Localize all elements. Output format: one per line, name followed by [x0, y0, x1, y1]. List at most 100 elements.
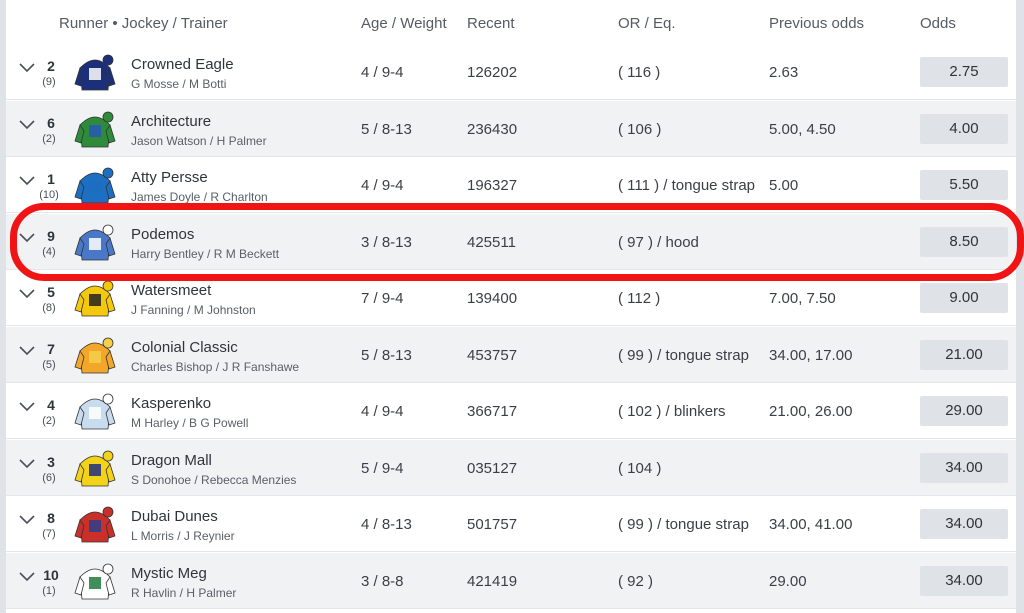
- runner-draw: (7): [42, 528, 56, 540]
- jockey-silk-icon: [74, 54, 116, 91]
- jockey-silk-icon: [74, 224, 116, 261]
- age-weight: 4 / 8-13: [361, 516, 412, 533]
- jockey-trainer: Jason Watson / H Palmer: [131, 134, 267, 148]
- runner-draw: (2): [42, 415, 56, 427]
- odds-button[interactable]: 5.50: [920, 170, 1008, 200]
- odds-button[interactable]: 29.00: [920, 396, 1008, 426]
- jockey-silk-icon: [74, 393, 116, 430]
- runner-draw: (9): [42, 76, 56, 88]
- horse-name[interactable]: Atty Persse: [131, 169, 208, 186]
- chevron-down-icon[interactable]: [18, 286, 36, 300]
- chevron-down-icon[interactable]: [18, 173, 36, 187]
- odds-button[interactable]: 34.00: [920, 453, 1008, 483]
- jockey-silk-icon: [74, 167, 116, 204]
- recent-form: 236430: [467, 121, 518, 138]
- official-rating: ( 99 ) / tongue strap: [618, 516, 749, 533]
- table-row[interactable]: 8 (7) Dubai Dunes L Morris / J Reynier 4 / 8…: [6, 496, 1016, 552]
- racecard-panel: Runner • Jockey / Trainer Age / Weight R…: [6, 0, 1016, 613]
- header-age-weight: Age / Weight: [361, 15, 447, 32]
- official-rating: ( 112 ): [618, 290, 661, 307]
- chevron-down-icon[interactable]: [18, 60, 36, 74]
- horse-name[interactable]: Podemos: [131, 226, 194, 243]
- previous-odds: 5.00: [769, 177, 799, 194]
- odds-button[interactable]: 8.50: [920, 227, 1008, 257]
- runner-draw: (1): [42, 585, 56, 597]
- table-row[interactable]: 1 (10) Atty Persse James Doyle / R Charlton…: [6, 157, 1016, 213]
- table-row[interactable]: 3 (6) Dragon Mall S Donohoe / Rebecca Menzi…: [6, 440, 1016, 496]
- table-row[interactable]: 10 (1) Mystic Meg R Havlin / H Palmer 3 / 8-…: [6, 553, 1016, 609]
- jockey-trainer: L Morris / J Reynier: [131, 529, 235, 543]
- table-row[interactable]: 4 (2) Kasperenko M Harley / B G Powell 4 / 9…: [6, 383, 1016, 439]
- odds-button[interactable]: 34.00: [920, 509, 1008, 539]
- jockey-trainer: J Fanning / M Johnston: [131, 303, 256, 317]
- horse-name[interactable]: Colonial Classic: [131, 339, 238, 356]
- table-row[interactable]: 2 (9) Crowned Eagle G Mosse / M Botti 4 / 9-…: [6, 44, 1016, 100]
- chevron-down-icon[interactable]: [18, 117, 36, 131]
- runner-draw: (6): [42, 472, 56, 484]
- previous-odds: 7.00, 7.50: [769, 290, 836, 307]
- jockey-trainer: James Doyle / R Charlton: [131, 190, 268, 204]
- table-row[interactable]: 9 (4) Podemos Harry Bentley / R M Beckett 3 …: [6, 214, 1016, 270]
- table-row[interactable]: 7 (5) Colonial Classic Charles Bishop / J R…: [6, 327, 1016, 383]
- age-weight: 3 / 8-13: [361, 234, 412, 251]
- jockey-trainer: Charles Bishop / J R Fanshawe: [131, 360, 300, 374]
- horse-name[interactable]: Architecture: [131, 113, 211, 130]
- previous-odds: 21.00, 26.00: [769, 403, 853, 420]
- horse-name[interactable]: Mystic Meg: [131, 565, 207, 582]
- runner-number: 3: [47, 454, 55, 470]
- jockey-trainer: R Havlin / H Palmer: [131, 586, 237, 600]
- runner-number: 2: [47, 58, 55, 74]
- horse-name[interactable]: Kasperenko: [131, 395, 211, 412]
- runner-number: 9: [47, 228, 55, 244]
- official-rating: ( 99 ) / tongue strap: [618, 347, 749, 364]
- official-rating: ( 111 ) / tongue strap: [618, 177, 756, 194]
- recent-form: 453757: [467, 347, 518, 364]
- runner-draw: (10): [39, 189, 59, 201]
- horse-name[interactable]: Crowned Eagle: [131, 56, 234, 73]
- horse-name[interactable]: Watersmeet: [131, 282, 211, 299]
- header-previous-odds: Previous odds: [769, 15, 865, 32]
- previous-odds: 2.63: [769, 64, 799, 81]
- table-row[interactable]: 6 (2) Architecture Jason Watson / H Palmer 5…: [6, 101, 1016, 157]
- odds-button[interactable]: 34.00: [920, 566, 1008, 596]
- odds-button[interactable]: 4.00: [920, 114, 1008, 144]
- jockey-silk-icon: [74, 111, 116, 148]
- runner-number: 6: [47, 115, 55, 131]
- age-weight: 5 / 9-4: [361, 460, 404, 477]
- recent-form: 139400: [467, 290, 518, 307]
- odds-button[interactable]: 2.75: [920, 57, 1008, 87]
- runner-draw: (2): [42, 133, 56, 145]
- chevron-down-icon[interactable]: [18, 569, 36, 583]
- official-rating: ( 102 ) / blinkers: [618, 403, 726, 420]
- age-weight: 5 / 8-13: [361, 347, 412, 364]
- chevron-down-icon[interactable]: [18, 456, 36, 470]
- runner-draw: (8): [42, 302, 56, 314]
- table-row[interactable]: 5 (8) Watersmeet J Fanning / M Johnston 7 / …: [6, 270, 1016, 326]
- odds-button[interactable]: 9.00: [920, 283, 1008, 313]
- header-odds: Odds: [920, 15, 956, 32]
- age-weight: 4 / 9-4: [361, 177, 404, 194]
- horse-name[interactable]: Dubai Dunes: [131, 508, 218, 525]
- age-weight: 7 / 9-4: [361, 290, 404, 307]
- age-weight: 4 / 9-4: [361, 64, 404, 81]
- table-header: Runner • Jockey / Trainer Age / Weight R…: [6, 0, 1016, 44]
- jockey-trainer: S Donohoe / Rebecca Menzies: [131, 473, 297, 487]
- jockey-silk-icon: [74, 280, 116, 317]
- previous-odds: 5.00, 4.50: [769, 121, 836, 138]
- official-rating: ( 106 ): [618, 121, 662, 138]
- jockey-trainer: Harry Bentley / R M Beckett: [131, 247, 280, 261]
- chevron-down-icon[interactable]: [18, 399, 36, 413]
- jockey-trainer: M Harley / B G Powell: [131, 416, 249, 430]
- recent-form: 421419: [467, 573, 518, 590]
- runner-number: 10: [43, 567, 59, 583]
- jockey-trainer: G Mosse / M Botti: [131, 77, 227, 91]
- horse-name[interactable]: Dragon Mall: [131, 452, 212, 469]
- chevron-down-icon[interactable]: [18, 512, 36, 526]
- chevron-down-icon[interactable]: [18, 230, 36, 244]
- odds-button[interactable]: 21.00: [920, 340, 1008, 370]
- official-rating: ( 97 ) / hood: [618, 234, 699, 251]
- previous-odds: 29.00: [769, 573, 807, 590]
- chevron-down-icon[interactable]: [18, 343, 36, 357]
- age-weight: 3 / 8-8: [361, 573, 404, 590]
- official-rating: ( 116 ): [618, 64, 661, 81]
